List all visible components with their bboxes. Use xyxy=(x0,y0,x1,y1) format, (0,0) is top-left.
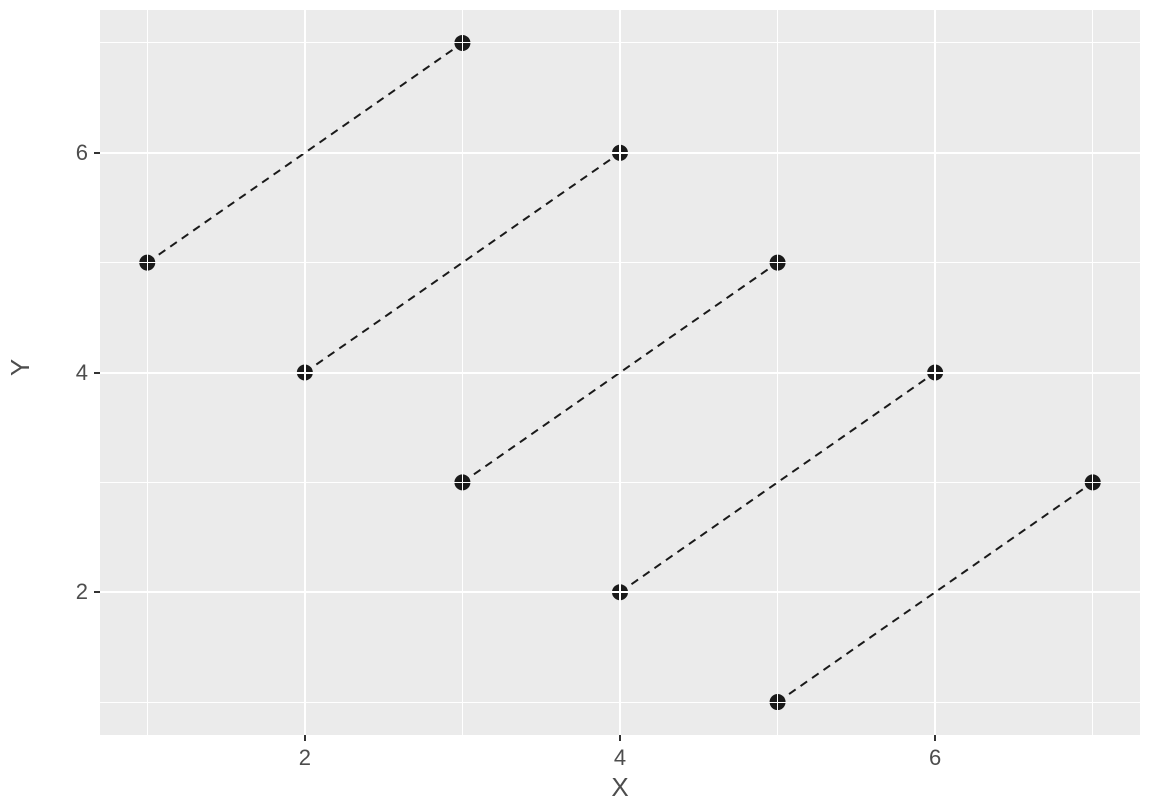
y-tick-mark xyxy=(94,591,100,593)
x-tick-mark xyxy=(619,735,621,741)
x-tick-label: 2 xyxy=(299,745,311,771)
y-tick-label: 6 xyxy=(28,140,88,166)
x-tick-label: 6 xyxy=(929,745,941,771)
x-axis-title-text: X xyxy=(611,772,628,802)
y-tick-label: 2 xyxy=(28,579,88,605)
x-axis-title: X xyxy=(100,772,1140,803)
x-tick-mark xyxy=(304,735,306,741)
gridline-horizontal xyxy=(100,591,1140,593)
chart-container: Y X 246 246 xyxy=(0,0,1152,806)
gridline-horizontal xyxy=(100,372,1140,374)
y-tick-mark xyxy=(94,372,100,374)
y-tick-mark xyxy=(94,152,100,154)
x-tick-mark xyxy=(934,735,936,741)
gridline-horizontal xyxy=(100,152,1140,154)
x-tick-label: 4 xyxy=(614,745,626,771)
y-tick-label: 4 xyxy=(28,360,88,386)
plot-panel xyxy=(100,10,1140,735)
